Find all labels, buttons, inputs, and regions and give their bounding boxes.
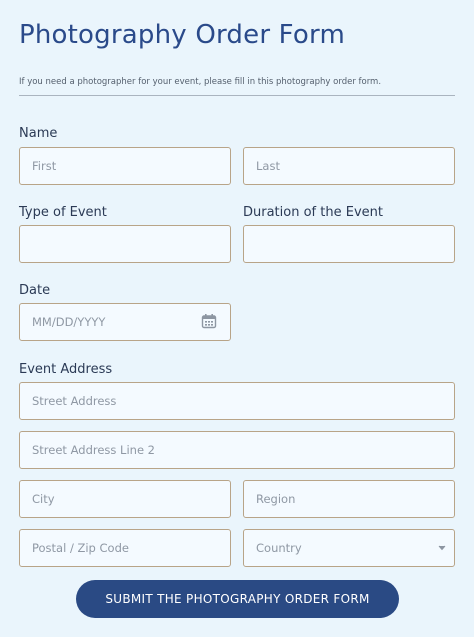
form-description: If you need a photographer for your even… — [19, 77, 382, 87]
date-label: Date — [19, 283, 51, 298]
city-input[interactable] — [19, 480, 231, 518]
first-name-input[interactable] — [19, 147, 231, 185]
duration-label: Duration of the Event — [243, 205, 383, 220]
event-address-label: Event Address — [19, 362, 113, 377]
duration-input[interactable] — [243, 225, 455, 263]
region-input[interactable] — [243, 480, 455, 518]
form-title: Photography Order Form — [19, 20, 345, 50]
name-label: Name — [19, 126, 58, 141]
title-divider — [19, 95, 455, 96]
street-address-input[interactable] — [19, 382, 455, 420]
type-of-event-input[interactable] — [19, 225, 231, 263]
street-address-line2-input[interactable] — [19, 431, 455, 469]
type-of-event-label: Type of Event — [19, 205, 107, 220]
country-select[interactable] — [243, 529, 455, 567]
submit-button[interactable]: SUBMIT THE PHOTOGRAPHY ORDER FORM — [76, 580, 399, 618]
chevron-down-icon[interactable] — [438, 545, 446, 551]
last-name-input[interactable] — [243, 147, 455, 185]
date-input[interactable] — [19, 303, 231, 341]
photography-order-form: Photography Order Form If you need a pho… — [0, 0, 474, 637]
calendar-icon[interactable] — [201, 313, 217, 329]
postal-code-input[interactable] — [19, 529, 231, 567]
